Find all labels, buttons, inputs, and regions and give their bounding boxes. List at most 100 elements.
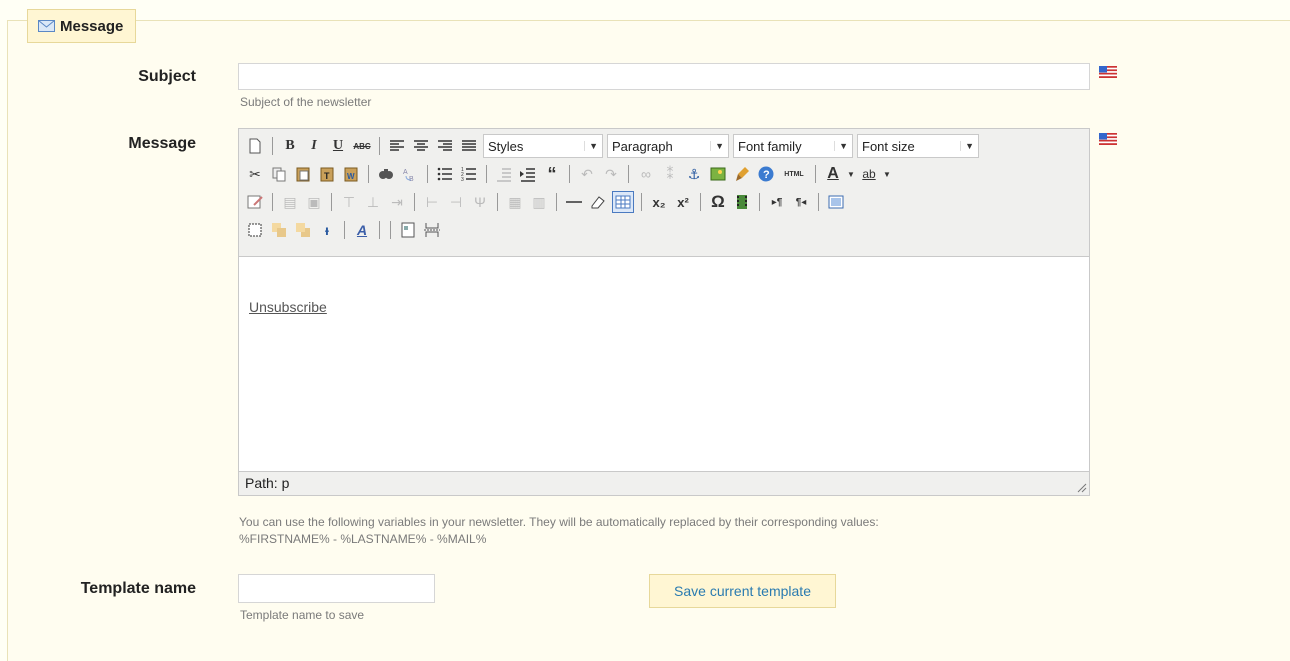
- style-props-button[interactable]: A: [352, 220, 372, 240]
- link-icon[interactable]: ∞: [636, 164, 656, 184]
- chevron-down-icon[interactable]: ▼: [847, 164, 855, 184]
- strikethrough-button[interactable]: ABC: [352, 136, 372, 156]
- special-char-button[interactable]: Ω: [708, 192, 728, 212]
- cleanup-icon[interactable]: [732, 164, 752, 184]
- italic-button[interactable]: I: [304, 136, 324, 156]
- toolbar-separator: [641, 193, 642, 211]
- align-left-icon[interactable]: [387, 136, 407, 156]
- template-name-label: Template name: [80, 580, 196, 597]
- help-icon[interactable]: ?: [756, 164, 776, 184]
- svg-text:T: T: [324, 171, 330, 181]
- edit-css-icon[interactable]: [245, 192, 265, 212]
- subject-hint: Subject of the newsletter: [240, 95, 372, 109]
- insert-col-after-icon[interactable]: ⊣: [446, 192, 466, 212]
- envelope-icon: [38, 20, 55, 32]
- cut-icon[interactable]: ✂: [245, 164, 265, 184]
- paste-text-icon[interactable]: T: [317, 164, 337, 184]
- undo-icon[interactable]: ↶: [577, 164, 597, 184]
- toolbar-row-1: B I U ABC Styles ▼ Paragraph ▼ Font fami…: [245, 133, 979, 159]
- delete-col-icon[interactable]: Ψ: [470, 192, 490, 212]
- paste-icon[interactable]: [293, 164, 313, 184]
- blockquote-button[interactable]: “: [542, 164, 562, 184]
- split-cells-icon[interactable]: ▦: [505, 192, 525, 212]
- media-icon[interactable]: [732, 192, 752, 212]
- svg-text:W: W: [347, 172, 355, 181]
- page-break-icon[interactable]: [422, 220, 442, 240]
- resize-handle-icon[interactable]: [1075, 481, 1087, 493]
- unlink-icon[interactable]: ⁑: [660, 164, 680, 184]
- underline-button[interactable]: U: [328, 136, 348, 156]
- outdent-icon[interactable]: [494, 164, 514, 184]
- template-name-input[interactable]: [238, 574, 435, 603]
- superscript-button[interactable]: x²: [673, 192, 693, 212]
- toolbar-separator: [818, 193, 819, 211]
- text-color-button[interactable]: A: [823, 164, 843, 184]
- align-justify-icon[interactable]: [459, 136, 479, 156]
- toolbar-separator: [390, 221, 391, 239]
- toolbar-separator: [700, 193, 701, 211]
- format-dropdown[interactable]: Paragraph ▼: [607, 134, 729, 158]
- merge-cells-icon[interactable]: ▥: [529, 192, 549, 212]
- insert-layer-icon[interactable]: [245, 220, 265, 240]
- styles-dropdown[interactable]: Styles ▼: [483, 134, 603, 158]
- absolute-position-icon[interactable]: ᵼ: [317, 220, 337, 240]
- new-document-icon[interactable]: [245, 136, 265, 156]
- visual-aid-icon[interactable]: [612, 191, 634, 213]
- toolbar-separator: [331, 193, 332, 211]
- html-source-button[interactable]: HTML: [780, 164, 808, 184]
- fullscreen-icon[interactable]: [826, 192, 846, 212]
- toolbar-separator: [272, 193, 273, 211]
- delete-row-icon[interactable]: ⇥: [387, 192, 407, 212]
- table-row-props-icon[interactable]: ▤: [280, 192, 300, 212]
- highlight-color-button[interactable]: ab: [859, 164, 879, 184]
- rtl-icon[interactable]: ¶◂: [791, 192, 811, 212]
- ltr-icon[interactable]: ▸¶: [767, 192, 787, 212]
- align-center-icon[interactable]: [411, 136, 431, 156]
- paste-word-icon[interactable]: W: [341, 164, 361, 184]
- remove-format-icon[interactable]: [588, 192, 608, 212]
- save-template-button[interactable]: Save current template: [649, 574, 836, 608]
- editor-path-status: Path: p: [245, 475, 290, 491]
- insert-col-before-icon[interactable]: ⊢: [422, 192, 442, 212]
- toolbar-separator: [497, 193, 498, 211]
- chevron-down-icon: ▼: [584, 141, 598, 151]
- replace-icon[interactable]: AB: [400, 164, 420, 184]
- anchor-icon[interactable]: ⚓: [684, 164, 704, 184]
- toolbar-separator: [486, 165, 487, 183]
- bold-button[interactable]: B: [280, 136, 300, 156]
- move-forward-icon[interactable]: [269, 220, 289, 240]
- chevron-down-icon: ▼: [834, 141, 848, 151]
- image-icon[interactable]: [708, 164, 728, 184]
- flag-us-icon[interactable]: [1099, 66, 1117, 78]
- horizontal-rule-icon[interactable]: [564, 192, 584, 212]
- chevron-down-icon: ▼: [960, 141, 974, 151]
- table-cell-props-icon[interactable]: ▣: [304, 192, 324, 212]
- flag-us-icon[interactable]: [1099, 133, 1117, 145]
- find-icon[interactable]: [376, 164, 396, 184]
- variables-list: %FIRSTNAME% - %LASTNAME% - %MAIL%: [239, 532, 487, 546]
- toolbar-separator: [569, 165, 570, 183]
- toolbar-separator: [344, 221, 345, 239]
- bullet-list-icon[interactable]: [435, 164, 455, 184]
- toolbar-separator: [414, 193, 415, 211]
- chevron-down-icon[interactable]: ▼: [883, 164, 891, 184]
- copy-icon[interactable]: [269, 164, 289, 184]
- insert-row-after-icon[interactable]: ⊥: [363, 192, 383, 212]
- editor-content-area[interactable]: Unsubscribe: [239, 256, 1089, 472]
- toolbar-separator: [368, 165, 369, 183]
- subject-input[interactable]: [238, 63, 1090, 90]
- font-family-dropdown[interactable]: Font family ▼: [733, 134, 853, 158]
- insert-row-before-icon[interactable]: ⊤: [339, 192, 359, 212]
- subscript-button[interactable]: x₂: [649, 192, 669, 212]
- indent-icon[interactable]: [518, 164, 538, 184]
- svg-text:3: 3: [461, 177, 464, 183]
- numbered-list-icon[interactable]: 123: [459, 164, 479, 184]
- move-backward-icon[interactable]: [293, 220, 313, 240]
- font-size-dropdown[interactable]: Font size ▼: [857, 134, 979, 158]
- styles-dropdown-value: Styles: [488, 138, 524, 154]
- rich-text-editor: B I U ABC Styles ▼ Paragraph ▼ Font fami…: [238, 128, 1090, 496]
- unsubscribe-link[interactable]: Unsubscribe: [249, 299, 327, 315]
- template-icon[interactable]: [398, 220, 418, 240]
- redo-icon[interactable]: ↷: [601, 164, 621, 184]
- align-right-icon[interactable]: [435, 136, 455, 156]
